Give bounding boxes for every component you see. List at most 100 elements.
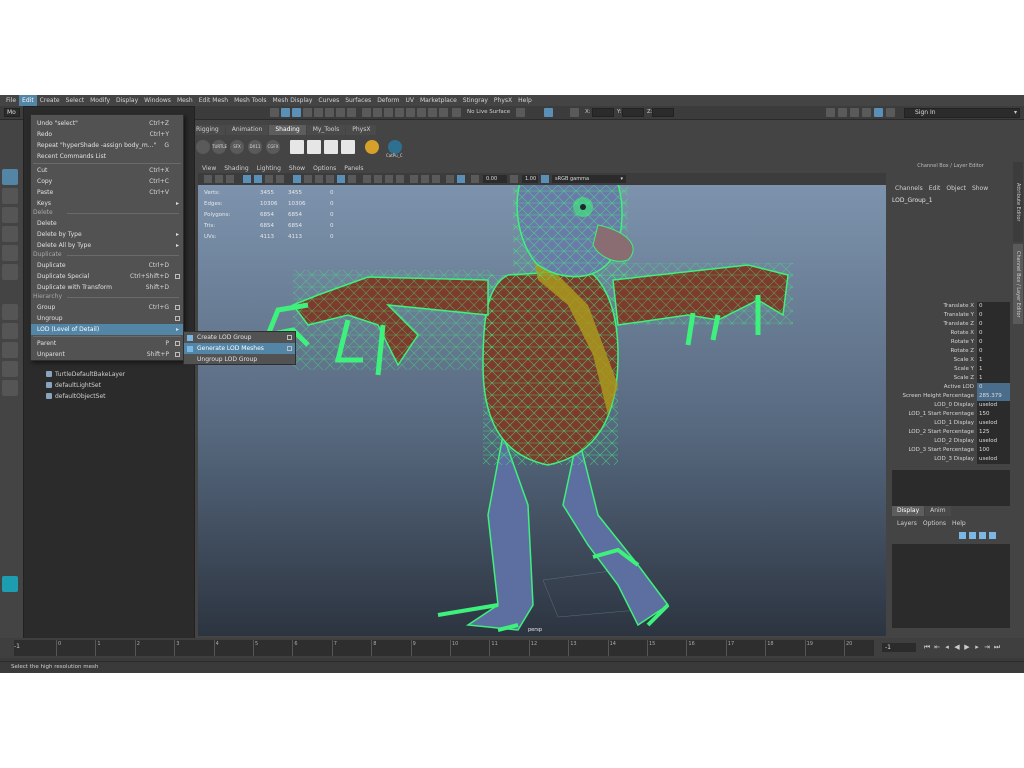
mode-dropdown[interactable]: Mo <box>4 108 20 117</box>
sign-in-dropdown[interactable]: Sign In ▾ <box>904 108 1020 118</box>
step-back-key-icon[interactable]: ⇤ <box>932 642 942 653</box>
shadows-icon[interactable] <box>348 175 356 183</box>
menu-deform[interactable]: Deform <box>374 95 402 106</box>
gamma-icon[interactable] <box>510 175 518 183</box>
color-management-icon[interactable] <box>541 175 549 183</box>
go-to-end-icon[interactable]: ⏭ <box>992 642 1002 653</box>
channel-row[interactable]: Active LOD 0 <box>889 383 1010 392</box>
bookmark-icon[interactable] <box>215 175 223 183</box>
menu-item-paste[interactable]: Paste Ctrl+V <box>31 187 183 198</box>
snap-curve-icon[interactable] <box>292 108 301 117</box>
antialias-icon[interactable] <box>385 175 393 183</box>
outliner-item[interactable]: defaultLightSet <box>46 382 101 391</box>
channel-row[interactable]: LOD_1 Start Percentage 150 <box>889 410 1010 419</box>
menu-item-undo[interactable]: Undo "select" Ctrl+Z <box>31 118 183 129</box>
menu-edit-mesh[interactable]: Edit Mesh <box>196 95 231 106</box>
lasso-tool-icon[interactable] <box>2 188 18 204</box>
channel-value-field[interactable]: 285.379 <box>977 392 1010 401</box>
tab-channel-box[interactable]: Channel Box / Layer Editor <box>1013 244 1023 324</box>
channel-row[interactable]: Rotate X0 <box>889 329 1010 338</box>
menu-edit[interactable]: Edit <box>19 95 37 106</box>
menu-stingray[interactable]: Stingray <box>460 95 491 106</box>
play-forward-icon[interactable]: ▶ <box>962 642 972 653</box>
render-region-icon[interactable] <box>307 140 321 154</box>
xray-joints-icon[interactable] <box>421 175 429 183</box>
batch-render-icon[interactable] <box>324 140 338 154</box>
menu-item-delete[interactable]: Delete <box>31 218 183 229</box>
attribute-editor-icon[interactable] <box>886 108 895 117</box>
channel-row[interactable]: Translate Z0 <box>889 320 1010 329</box>
menu-uv[interactable]: UV <box>403 95 418 106</box>
menu-item-ungroup[interactable]: Ungroup <box>31 313 183 324</box>
channel-value-field[interactable]: 150 <box>977 410 1010 419</box>
menu-item-delete-by-type[interactable]: Delete by Type ▸ <box>31 229 183 240</box>
option-box-icon[interactable] <box>287 346 292 351</box>
channel-menu-show[interactable]: Show <box>969 185 991 192</box>
modeling-toolkit-icon[interactable] <box>862 108 871 117</box>
shelf-tab-shading[interactable]: Shading <box>269 125 306 135</box>
channel-row[interactable]: Scale X1 <box>889 356 1010 365</box>
channel-value-field[interactable]: 0 <box>977 347 1010 356</box>
layer-menu-help[interactable]: Help <box>949 520 969 527</box>
texture-icon[interactable] <box>341 140 355 154</box>
time-slider[interactable]: 0 1 2 3 4 5 6 7 8 9 10 11 12 13 14 15 16 17 18 19 20 -1 -1 ⏮… <box>0 638 1024 658</box>
menu-item-redo[interactable]: Redo Ctrl+Y <box>31 129 183 140</box>
menu-curves[interactable]: Curves <box>315 95 342 106</box>
symmetry-icon[interactable] <box>516 108 525 117</box>
snap-surface-icon[interactable] <box>325 108 334 117</box>
menu-item-generate-lod-meshes[interactable]: Generate LOD Meshes <box>184 343 295 354</box>
shelf-tab-animation[interactable]: Animation <box>225 125 269 135</box>
channel-menu-object[interactable]: Object <box>943 185 969 192</box>
snap-point-icon[interactable] <box>303 108 312 117</box>
target-icon[interactable] <box>365 140 379 154</box>
channel-value-field[interactable]: 1 <box>977 365 1010 374</box>
channel-value-field[interactable]: uselod <box>977 419 1010 428</box>
uv-editor-icon[interactable] <box>439 108 448 117</box>
menu-item-duplicate[interactable]: Duplicate Ctrl+D <box>31 260 183 271</box>
hypershade-icon[interactable] <box>406 108 415 117</box>
channel-row[interactable]: LOD_2 Start Percentage 125 <box>889 428 1010 437</box>
tab-attribute-editor[interactable]: Attribute Editor <box>1013 162 1023 242</box>
option-box-icon[interactable] <box>175 316 180 321</box>
select-tool-icon[interactable] <box>270 108 279 117</box>
exposure-field[interactable]: 0.00 <box>483 175 507 183</box>
menu-create[interactable]: Create <box>37 95 63 106</box>
catpu-icon[interactable] <box>388 140 402 154</box>
layer-tab-display[interactable]: Display <box>892 506 925 516</box>
option-box-icon[interactable] <box>175 352 180 357</box>
channel-row[interactable]: Rotate Z0 <box>889 347 1010 356</box>
menu-item-parent[interactable]: Parent P <box>31 338 183 349</box>
channel-menu-channels[interactable]: Channels <box>892 185 926 192</box>
menu-item-ungroup-lod-group[interactable]: Ungroup LOD Group <box>184 354 295 365</box>
channel-value-field[interactable]: uselod <box>977 401 1010 410</box>
menu-item-recent-commands[interactable]: Recent Commands List <box>31 151 183 162</box>
menu-display[interactable]: Display <box>113 95 141 106</box>
channel-value-field[interactable]: 0 <box>977 329 1010 338</box>
select-tool-icon[interactable] <box>2 169 18 185</box>
camera-icon[interactable] <box>204 175 212 183</box>
viewport-menu-lighting[interactable]: Lighting <box>253 164 285 173</box>
paint-select-icon[interactable] <box>2 207 18 223</box>
menu-surfaces[interactable]: Surfaces <box>342 95 374 106</box>
film-gate-icon[interactable] <box>254 175 262 183</box>
channel-value-field[interactable]: 0 <box>977 338 1010 347</box>
channel-value-field[interactable]: 100 <box>977 446 1010 455</box>
channel-row[interactable]: Scale Y1 <box>889 365 1010 374</box>
current-frame-field[interactable]: -1 <box>882 643 916 652</box>
extra-layouts-icon[interactable] <box>2 380 18 396</box>
channel-value-field[interactable]: uselod <box>977 455 1010 464</box>
shelf-tab-physx[interactable]: PhysX <box>346 125 377 135</box>
backface-icon[interactable] <box>446 175 454 183</box>
channel-row[interactable]: LOD_1 Display uselod <box>889 419 1010 428</box>
four-view-icon[interactable] <box>2 323 18 339</box>
lock-icon[interactable] <box>347 108 356 117</box>
outliner-toggle-icon[interactable] <box>850 108 859 117</box>
channel-value-field[interactable]: 1 <box>977 374 1010 383</box>
layer-menu-options[interactable]: Options <box>920 520 949 527</box>
wireframe-on-shaded-icon[interactable] <box>315 175 323 183</box>
z-field[interactable] <box>652 108 674 117</box>
isolate-icon[interactable] <box>410 175 418 183</box>
menu-mesh-tools[interactable]: Mesh Tools <box>231 95 269 106</box>
menu-select[interactable]: Select <box>63 95 88 106</box>
channel-menu-edit[interactable]: Edit <box>926 185 944 192</box>
